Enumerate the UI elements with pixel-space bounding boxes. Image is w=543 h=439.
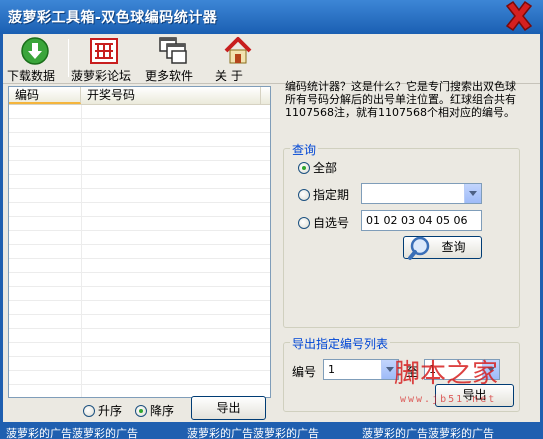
column-divider	[81, 105, 82, 397]
column-header-numbers[interactable]: 开奖号码	[81, 87, 261, 104]
about-button[interactable]: 关 于	[215, 36, 261, 83]
title-bar: 菠萝彩工具箱-双色球编码统计器	[0, 0, 543, 34]
radio-icon	[298, 188, 310, 201]
export-range-legend: 导出指定编号列表	[290, 335, 391, 352]
radio-icon	[83, 404, 95, 417]
watermark-logo: 脚本之家 www.jb51.net	[394, 359, 498, 405]
download-data-button[interactable]: 下载数据	[7, 36, 63, 83]
svg-text:www.jb51.net: www.jb51.net	[400, 394, 496, 405]
column-header-code[interactable]: 编码	[9, 87, 81, 104]
query-custom-radio[interactable]: 自选号	[298, 214, 349, 231]
radio-selected-icon	[298, 161, 310, 174]
toolbar-separator	[68, 39, 69, 77]
svg-text:脚本之家: 脚本之家	[394, 359, 498, 389]
export-from-label: 编号	[292, 365, 317, 379]
query-legend: 查询	[290, 141, 319, 158]
forum-logo-icon	[90, 38, 118, 64]
period-select[interactable]	[361, 183, 482, 204]
radio-icon	[298, 216, 310, 229]
query-button[interactable]: 查询	[403, 236, 482, 260]
query-all-radio[interactable]: 全部	[298, 159, 337, 176]
radio-selected-icon	[135, 404, 147, 417]
forum-button[interactable]: 菠萝彩论坛	[71, 36, 137, 83]
results-list[interactable]: 编码 开奖号码	[8, 86, 271, 398]
list-rows	[9, 105, 270, 397]
chevron-down-icon[interactable]	[464, 184, 481, 203]
more-software-button[interactable]: 更多软件	[145, 36, 201, 83]
magnifier-icon	[408, 236, 430, 260]
query-group: 查询 全部 指定期 自选号 01 02 03 04 05 06 查询	[283, 141, 520, 328]
query-period-radio[interactable]: 指定期	[298, 186, 349, 203]
export-from-select[interactable]: 1	[323, 359, 399, 380]
custom-numbers-input[interactable]: 01 02 03 04 05 06	[361, 210, 482, 231]
home-icon	[224, 37, 252, 64]
ad-link[interactable]: 菠萝彩的广告菠萝彩的广告	[187, 425, 319, 439]
toolbar: 下载数据 菠萝彩论坛 更多软件 关 于	[3, 34, 540, 84]
windows-icon	[159, 37, 187, 64]
description-text: 编码统计器？这是什么？它是专门搜索出双色球所有号码分解后的出号单注位置。红球组合…	[285, 80, 516, 119]
list-header: 编码 开奖号码	[9, 87, 270, 105]
sort-descending-radio[interactable]: 降序	[135, 402, 174, 419]
status-bar: 菠萝彩的广告菠萝彩的广告 菠萝彩的广告菠萝彩的广告 菠萝彩的广告菠萝彩的广告	[0, 423, 543, 439]
ad-link[interactable]: 菠萝彩的广告菠萝彩的广告	[362, 425, 494, 439]
sort-ascending-radio[interactable]: 升序	[83, 402, 122, 419]
app-window: 菠萝彩工具箱-双色球编码统计器 下载数据 菠萝彩论坛 更多软件 关 于 编码 开…	[0, 0, 543, 439]
ad-link[interactable]: 菠萝彩的广告菠萝彩的广告	[6, 425, 138, 439]
close-icon[interactable]	[503, 0, 535, 32]
export-list-button[interactable]: 导出	[191, 396, 266, 420]
window-title: 菠萝彩工具箱-双色球编码统计器	[8, 10, 218, 26]
download-icon	[21, 37, 49, 65]
